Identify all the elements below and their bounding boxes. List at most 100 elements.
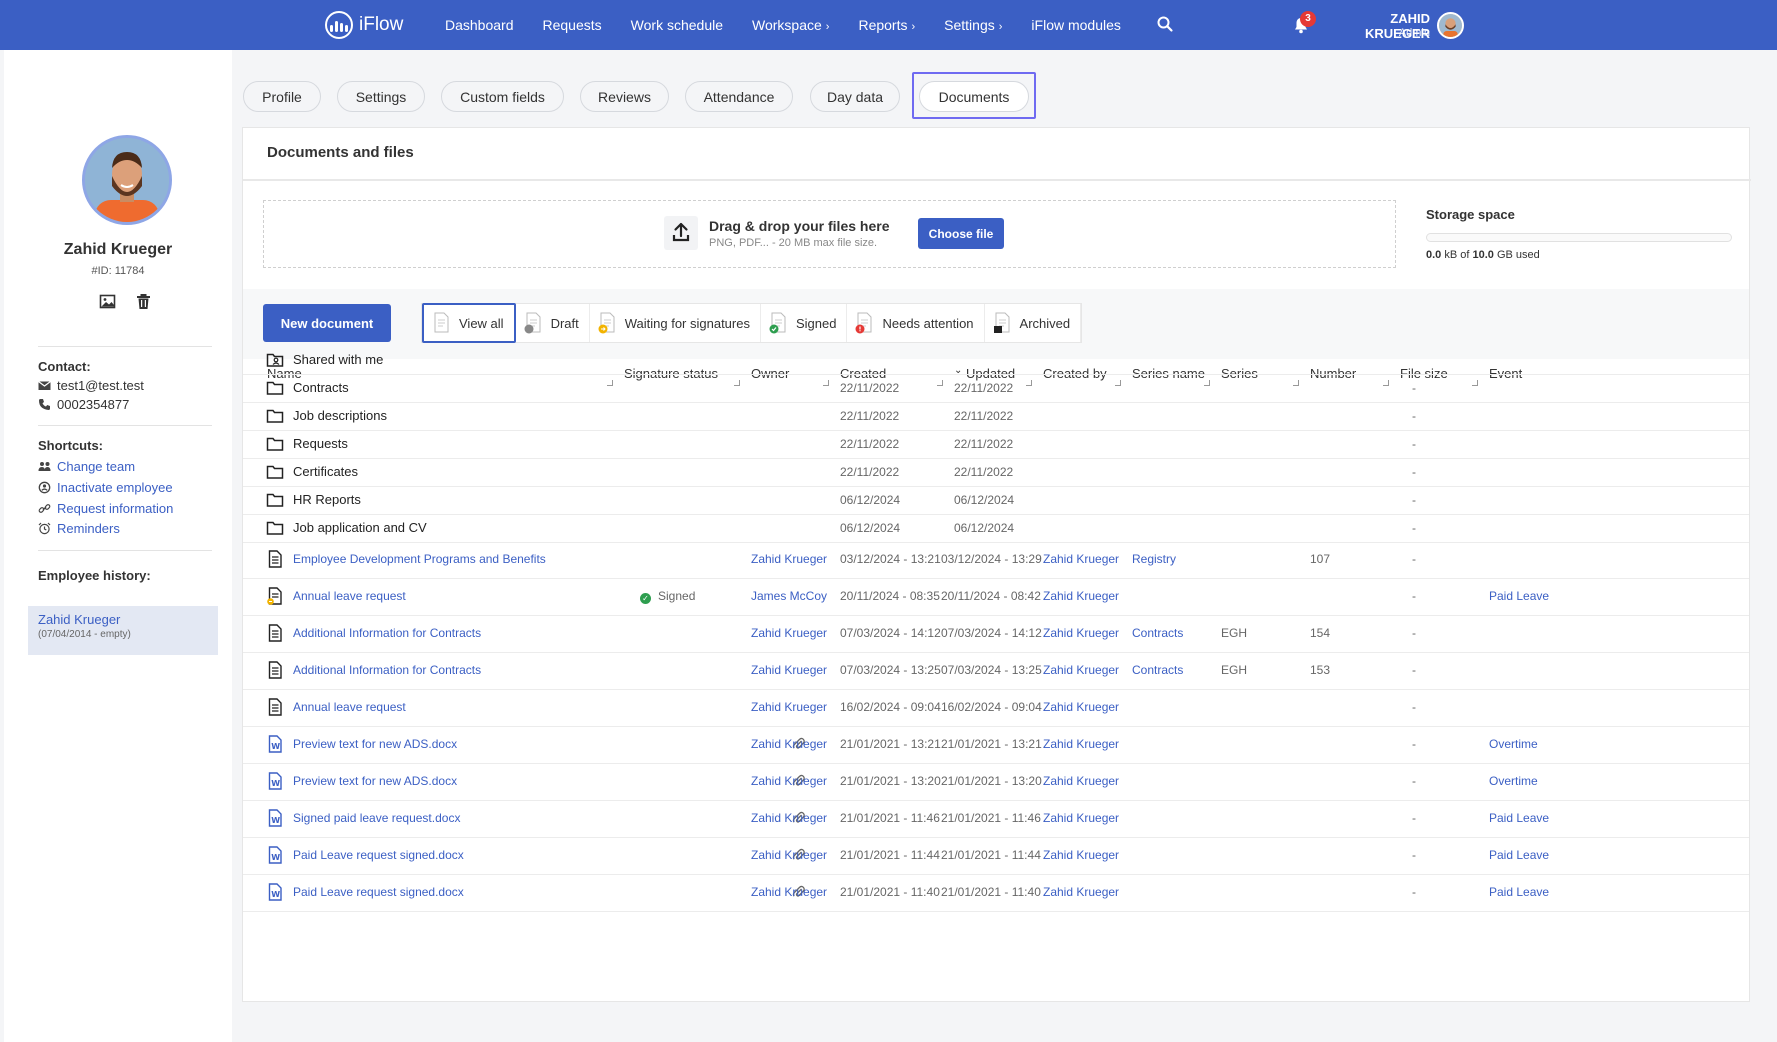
file-name-link[interactable]: Signed paid leave request.docx <box>293 811 460 825</box>
file-name-link[interactable]: Preview text for new ADS.docx <box>293 774 457 788</box>
tab-reviews[interactable]: Reviews <box>580 81 669 112</box>
nav-iflow-modules[interactable]: iFlow modules <box>1031 17 1120 33</box>
alarm-clock-icon <box>38 522 51 535</box>
event-link[interactable]: Overtime <box>1489 774 1538 788</box>
row-divider <box>243 430 1749 431</box>
created-by-link[interactable]: Zahid Krueger <box>1043 885 1119 899</box>
filter-label: Waiting for signatures <box>624 315 750 331</box>
file-name-link[interactable]: Annual leave request <box>293 700 406 714</box>
choose-file-button[interactable]: Choose file <box>918 218 1004 249</box>
owner-link[interactable]: Zahid Krueger <box>751 848 827 862</box>
owner-link[interactable]: Zahid Krueger <box>751 811 827 825</box>
created-by-link[interactable]: Zahid Krueger <box>1043 663 1119 677</box>
column-resize-handle[interactable] <box>1115 380 1121 386</box>
folder-name[interactable]: Shared with me <box>293 352 383 367</box>
owner-link[interactable]: Zahid Krueger <box>751 663 827 677</box>
owner-link[interactable]: Zahid Krueger <box>751 885 827 899</box>
user-avatar[interactable] <box>1437 12 1464 39</box>
created-date: 21/01/2021 - 13:20 <box>840 774 941 788</box>
filter-draft[interactable]: Draft <box>516 304 590 342</box>
nav-reports[interactable]: Reports › <box>858 17 915 33</box>
column-resize-handle[interactable] <box>937 380 943 386</box>
event-link[interactable]: Paid Leave <box>1489 885 1549 899</box>
file-name-link[interactable]: Additional Information for Contracts <box>293 663 481 677</box>
created-by-link[interactable]: Zahid Krueger <box>1043 774 1119 788</box>
column-resize-handle[interactable] <box>1383 380 1389 386</box>
nav-dashboard[interactable]: Dashboard <box>445 17 514 33</box>
created-by-link[interactable]: Zahid Krueger <box>1043 811 1119 825</box>
column-resize-handle[interactable] <box>1472 380 1478 386</box>
tab-profile[interactable]: Profile <box>243 81 321 112</box>
app-logo[interactable]: iFlow <box>325 11 403 39</box>
image-icon[interactable] <box>99 293 116 310</box>
event-link[interactable]: Paid Leave <box>1489 589 1549 603</box>
column-resize-handle[interactable] <box>1026 380 1032 386</box>
created-by-link[interactable]: Zahid Krueger <box>1043 589 1119 603</box>
shortcut-reminders[interactable]: Reminders <box>38 521 120 536</box>
file-name-link[interactable]: Paid Leave request signed.docx <box>293 848 464 862</box>
tab-attendance[interactable]: Attendance <box>685 81 793 112</box>
owner-link[interactable]: James McCoy <box>751 589 827 603</box>
column-resize-handle[interactable] <box>1204 380 1210 386</box>
tab-settings[interactable]: Settings <box>337 81 425 112</box>
file-size: - <box>1412 774 1416 788</box>
owner-link[interactable]: Zahid Krueger <box>751 774 827 788</box>
folder-name[interactable]: Job application and CV <box>293 520 427 535</box>
filter-signed[interactable]: Signed <box>761 304 848 342</box>
series-name-link[interactable]: Contracts <box>1132 663 1183 677</box>
nav-work-schedule[interactable]: Work schedule <box>631 17 723 33</box>
file-name-link[interactable]: Employee Development Programs and Benefi… <box>293 552 546 566</box>
series-name-link[interactable]: Registry <box>1132 552 1176 566</box>
history-entry[interactable]: Zahid Krueger (07/04/2014 - empty) <box>28 606 218 655</box>
column-resize-handle[interactable] <box>823 380 829 386</box>
column-resize-handle[interactable] <box>734 380 740 386</box>
file-name-link[interactable]: Preview text for new ADS.docx <box>293 737 457 751</box>
shortcut-change-team[interactable]: Change team <box>38 459 135 474</box>
filter-view-all[interactable]: View all <box>422 303 516 343</box>
folder-name[interactable]: Requests <box>293 436 348 451</box>
file-name-link[interactable]: Annual leave request <box>293 589 406 603</box>
file-dropzone[interactable]: Drag & drop your files here PNG, PDF... … <box>263 200 1396 268</box>
created-by-link[interactable]: Zahid Krueger <box>1043 737 1119 751</box>
storage-gb-label: GB used <box>1496 249 1540 261</box>
file-name-link[interactable]: Paid Leave request signed.docx <box>293 885 464 899</box>
created-by-link[interactable]: Zahid Krueger <box>1043 700 1119 714</box>
nav-settings[interactable]: Settings › <box>944 17 1002 33</box>
trash-icon[interactable] <box>135 293 152 310</box>
filter-waiting-for-signatures[interactable]: Waiting for signatures <box>590 304 761 342</box>
event-link[interactable]: Paid Leave <box>1489 811 1549 825</box>
folder-name[interactable]: Certificates <box>293 464 358 479</box>
nav-requests[interactable]: Requests <box>543 17 602 33</box>
shortcut-request-information[interactable]: Request information <box>38 501 173 516</box>
filter-archived[interactable]: Archived <box>985 304 1082 342</box>
created-by-link[interactable]: Zahid Krueger <box>1043 552 1119 566</box>
filter-needs-attention[interactable]: Needs attention <box>847 304 985 342</box>
new-document-button[interactable]: New document <box>263 304 391 342</box>
history-name[interactable]: Zahid Krueger <box>38 612 208 627</box>
search-icon[interactable] <box>1156 15 1174 33</box>
folder-name[interactable]: Contracts <box>293 380 349 395</box>
shared-folder-icon <box>266 351 284 369</box>
event-link[interactable]: Paid Leave <box>1489 848 1549 862</box>
nav-workspace[interactable]: Workspace › <box>752 17 829 33</box>
event-link[interactable]: Overtime <box>1489 737 1538 751</box>
folder-updated: 06/12/2024 <box>954 521 1015 535</box>
series-name-link[interactable]: Contracts <box>1132 626 1183 640</box>
tab-day-data[interactable]: Day data <box>810 81 900 112</box>
created-by-link[interactable]: Zahid Krueger <box>1043 848 1119 862</box>
folder-name[interactable]: Job descriptions <box>293 408 387 423</box>
created-by-link[interactable]: Zahid Krueger <box>1043 626 1119 640</box>
column-resize-handle[interactable] <box>1293 380 1299 386</box>
folder-name[interactable]: HR Reports <box>293 492 361 507</box>
shortcut-inactivate-employee[interactable]: Inactivate employee <box>38 480 173 495</box>
file-name-link[interactable]: Additional Information for Contracts <box>293 626 481 640</box>
owner-link[interactable]: Zahid Krueger <box>751 700 827 714</box>
tab-custom-fields[interactable]: Custom fields <box>441 81 564 112</box>
created-date: 21/01/2021 - 11:40 <box>840 885 940 899</box>
owner-link[interactable]: Zahid Krueger <box>751 552 827 566</box>
column-resize-handle[interactable] <box>607 380 613 386</box>
folder-icon <box>266 379 284 397</box>
owner-link[interactable]: Zahid Krueger <box>751 626 827 640</box>
owner-link[interactable]: Zahid Krueger <box>751 737 827 751</box>
folder-icon <box>266 463 284 481</box>
